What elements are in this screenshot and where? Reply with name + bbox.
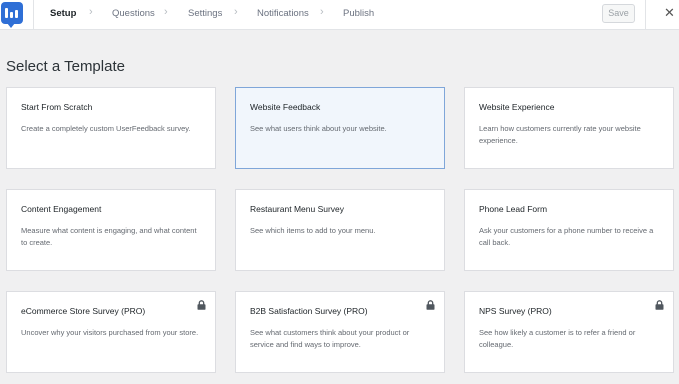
card-title: NPS Survey (PRO) <box>479 306 552 316</box>
step-settings[interactable]: Settings <box>188 8 222 19</box>
userfeedback-logo-icon[interactable] <box>1 2 23 28</box>
card-title: Website Feedback <box>250 102 321 112</box>
page-title: Select a Template <box>6 58 125 75</box>
template-card-start-from-scratch[interactable]: Start From Scratch Create a completely c… <box>6 87 216 169</box>
step-notifications[interactable]: Notifications <box>257 8 309 19</box>
header-divider <box>33 0 34 30</box>
lock-icon <box>426 300 435 310</box>
template-card-nps-survey[interactable]: NPS Survey (PRO) See how likely a custom… <box>464 291 674 373</box>
close-icon[interactable]: ✕ <box>664 5 675 21</box>
chevron-right-icon: › <box>89 6 93 18</box>
lock-icon <box>655 300 664 310</box>
lock-icon <box>197 300 206 310</box>
card-title: Content Engagement <box>21 204 102 214</box>
template-card-website-feedback[interactable]: Website Feedback See what users think ab… <box>235 87 445 169</box>
card-title: B2B Satisfaction Survey (PRO) <box>250 306 368 316</box>
card-title: Restaurant Menu Survey <box>250 204 345 214</box>
template-card-content-engagement[interactable]: Content Engagement Measure what content … <box>6 189 216 271</box>
top-bar: Setup › Questions › Settings › Notificat… <box>0 0 679 30</box>
template-card-ecommerce-store-survey[interactable]: eCommerce Store Survey (PRO) Uncover why… <box>6 291 216 373</box>
card-description: Ask your customers for a phone number to… <box>479 226 654 247</box>
step-publish[interactable]: Publish <box>343 8 374 19</box>
save-button[interactable]: Save <box>602 4 635 23</box>
template-card-phone-lead-form[interactable]: Phone Lead Form Ask your customers for a… <box>464 189 674 271</box>
template-card-website-experience[interactable]: Website Experience Learn how customers c… <box>464 87 674 169</box>
template-card-b2b-satisfaction-survey[interactable]: B2B Satisfaction Survey (PRO) See what c… <box>235 291 445 373</box>
card-title: Website Experience <box>479 102 555 112</box>
card-description: Learn how customers currently rate your … <box>479 124 641 145</box>
card-description: See how likely a customer is to refer a … <box>479 328 636 349</box>
chevron-right-icon: › <box>320 6 324 18</box>
card-title: Start From Scratch <box>21 102 93 112</box>
chevron-right-icon: › <box>164 6 168 18</box>
card-description: See what users think about your website. <box>250 124 387 133</box>
chevron-right-icon: › <box>234 6 238 18</box>
card-description: Create a completely custom UserFeedback … <box>21 124 191 133</box>
step-setup[interactable]: Setup <box>50 8 76 19</box>
header-divider <box>645 0 646 30</box>
card-description: See which items to add to your menu. <box>250 226 376 235</box>
card-description: Uncover why your visitors purchased from… <box>21 328 199 337</box>
step-questions[interactable]: Questions <box>112 8 155 19</box>
card-description: See what customers think about your prod… <box>250 328 410 349</box>
card-description: Measure what content is engaging, and wh… <box>21 226 197 247</box>
card-title: Phone Lead Form <box>479 204 548 214</box>
template-card-restaurant-menu-survey[interactable]: Restaurant Menu Survey See which items t… <box>235 189 445 271</box>
card-title: eCommerce Store Survey (PRO) <box>21 306 146 316</box>
